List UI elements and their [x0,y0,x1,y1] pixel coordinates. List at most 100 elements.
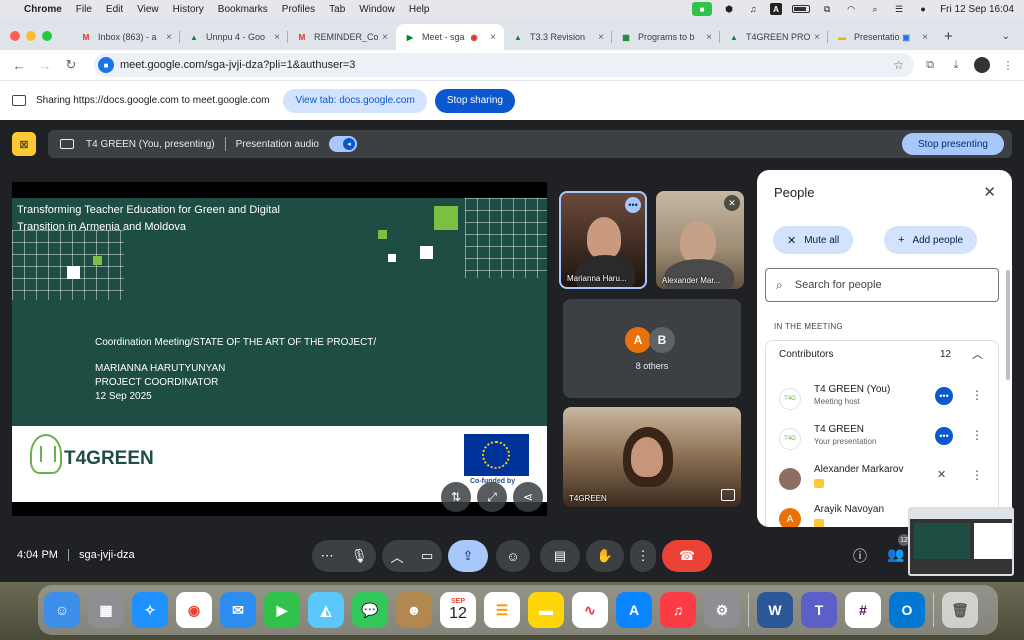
system-settings-icon[interactable]: ⚙ [704,592,740,628]
reload-icon[interactable]: ↻ [60,54,82,76]
profile-avatar[interactable] [974,57,990,73]
menubar-clock[interactable]: Fri 12 Sep 16:04 [940,4,1014,15]
more-options-icon[interactable]: ••• [935,427,953,445]
close-window-button[interactable] [10,31,20,41]
zoom-window-button[interactable] [42,31,52,41]
safari-icon[interactable]: ✧ [132,592,168,628]
participant-row[interactable]: T4G T4 GREEN Your presentation ••• ⋮ [765,420,999,460]
close-tab-icon[interactable]: × [382,32,388,43]
slack-icon[interactable]: # [845,592,881,628]
url-text[interactable]: meet.google.com/sga-jvji-dza?pli=1&authu… [120,59,893,71]
notes-icon[interactable]: ▬ [528,592,564,628]
chevron-up-icon[interactable]: ︿ [972,346,983,362]
headphones-icon[interactable]: ♫ [746,4,760,14]
raise-hand-button[interactable]: ✋ [586,540,624,572]
outlook-icon[interactable]: O [889,592,925,628]
participant-tile-marianna[interactable]: ••• Marianna Haru... [559,191,647,289]
stop-presenting-button[interactable]: Stop presenting [901,133,1004,155]
contacts-icon[interactable]: ☻ [396,592,432,628]
meeting-details-icon[interactable]: ⓘ [853,546,867,566]
reactions-button[interactable]: ☺ [496,540,530,572]
participant-tile-t4green[interactable]: T4GREEN [563,407,741,507]
menu-help[interactable]: Help [409,4,430,15]
back-arrow-icon[interactable]: ← [8,54,30,76]
meeting-code[interactable]: sga-jvji-dza [79,549,135,561]
more-options-icon[interactable]: ••• [625,197,641,213]
teams-icon[interactable]: T [801,592,837,628]
chrome-icon[interactable]: ◉ [176,592,212,628]
extensions-icon[interactable]: ⧉ [922,57,938,73]
close-tab-icon[interactable]: × [274,32,280,43]
chevron-up-icon[interactable]: ︿ [391,547,404,566]
fullscreen-icon[interactable]: ⤢ [477,482,507,512]
close-tab-icon[interactable]: × [166,32,172,43]
more-audio-options-icon[interactable]: ⋯ [321,548,334,564]
tab-t4green[interactable]: ▲ T4GREEN PRO × [720,24,828,50]
participant-row[interactable]: T4G T4 GREEN (You) Meeting host ••• ⋮ [765,380,999,420]
search-people-input[interactable]: ⌕ Search for people [765,268,999,302]
menu-view[interactable]: View [137,4,159,15]
app-store-icon[interactable]: A [616,592,652,628]
word-icon[interactable]: W [757,592,793,628]
minimize-window-button[interactable] [26,31,36,41]
panel-scrollbar[interactable] [1006,270,1010,380]
tab-search-chevron-icon[interactable]: ⌄ [1002,24,1010,50]
framing-icon[interactable] [721,489,735,501]
address-bar[interactable]: ■ meet.google.com/sga-jvji-dza?pli=1&aut… [94,53,914,77]
close-icon[interactable]: ✕ [983,183,996,201]
drive-sync-icon[interactable]: ⬢ [722,4,736,14]
presenting-icon[interactable]: ⊠ [12,132,36,156]
close-tab-icon[interactable]: × [922,32,928,43]
close-tab-icon[interactable]: × [706,32,712,43]
tab-reminder[interactable]: M REMINDER_Co × [288,24,396,50]
download-icon[interactable]: ⤓ [948,57,964,73]
control-center-icon[interactable]: ☰ [892,4,906,14]
more-options-icon[interactable]: ••• [935,387,953,405]
camera-in-use-icon[interactable]: ■ [692,2,713,16]
facetime-icon[interactable]: ▶ [264,592,300,628]
close-tab-icon[interactable]: × [490,32,496,43]
menu-history[interactable]: History [173,4,204,15]
tab-presentation[interactable]: ▬ Presentation ▣ × [828,24,936,50]
messages-icon[interactable]: 💬 [352,592,388,628]
others-tile[interactable]: A B 8 others [563,299,741,398]
leave-call-button[interactable]: ☎ [662,540,712,572]
tab-programs[interactable]: ▦ Programs to b × [612,24,720,50]
menu-bookmarks[interactable]: Bookmarks [218,4,268,15]
mic-off-icon[interactable]: ✕ [937,468,946,481]
presentation-audio-toggle[interactable]: ◂ [329,136,357,152]
close-tab-icon[interactable]: × [598,32,604,43]
trash-icon[interactable]: 🗑 [942,592,978,628]
captions-button[interactable]: ▤ [540,540,580,572]
tab-inbox[interactable]: M Inbox (863) - a × [72,24,180,50]
maps-icon[interactable]: ◭ [308,592,344,628]
menu-app-chrome[interactable]: Chrome [24,4,62,15]
kebab-menu-icon[interactable]: ⋮ [971,388,983,402]
site-info-icon[interactable]: ■ [98,57,114,73]
stop-sharing-button[interactable]: Stop sharing [434,88,515,113]
contributors-label[interactable]: Contributors [779,349,833,360]
participant-row[interactable]: Alexander Markarov ✕ ⋮ [765,460,999,500]
menu-tab[interactable]: Tab [329,4,345,15]
freeform-icon[interactable]: ∿ [572,592,608,628]
menu-file[interactable]: File [76,4,92,15]
more-options-button[interactable]: ⋮ [630,540,656,572]
tab-revision[interactable]: ▲ T3.3 Revision × [504,24,612,50]
add-people-button[interactable]: + Add people [884,226,978,254]
presentation-slide[interactable]: Transforming Teacher Education for Green… [12,182,547,516]
kebab-menu-icon[interactable]: ⋮ [1000,57,1016,73]
mic-icon[interactable]: 🎙 [351,548,368,564]
tab-meet[interactable]: ▶ Meet - sga ◉ × [396,24,504,50]
menu-profiles[interactable]: Profiles [282,4,315,15]
music-icon[interactable]: ♫ [660,592,696,628]
present-button[interactable]: ⇪ [448,540,488,572]
mute-all-button[interactable]: ✕ Mute all [773,226,854,254]
new-tab-button[interactable]: + [944,24,953,50]
tab-drive-1[interactable]: ▲ Unnpu 4 - Goo × [180,24,288,50]
kebab-menu-icon[interactable]: ⋮ [971,468,983,482]
wifi-icon[interactable]: ◠ [844,4,858,14]
participant-tile-alexander[interactable]: ✕ Alexander Mar... [656,191,744,289]
share-icon[interactable]: ⋖ [513,482,543,512]
spotlight-search-icon[interactable]: ⌕ [868,4,882,14]
finder-icon[interactable]: ☺ [44,592,80,628]
